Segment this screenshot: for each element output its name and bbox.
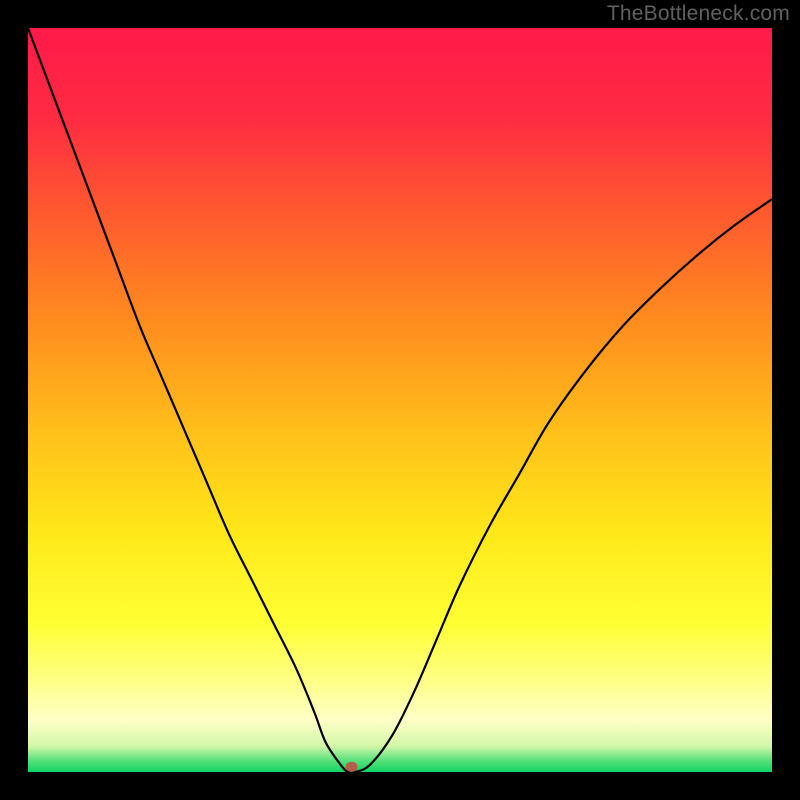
bottleneck-chart [28, 28, 772, 772]
chart-frame: TheBottleneck.com [0, 0, 800, 800]
plot-area [28, 28, 772, 772]
minimum-marker [346, 762, 358, 772]
gradient-background [28, 28, 772, 772]
watermark-text: TheBottleneck.com [607, 2, 790, 26]
